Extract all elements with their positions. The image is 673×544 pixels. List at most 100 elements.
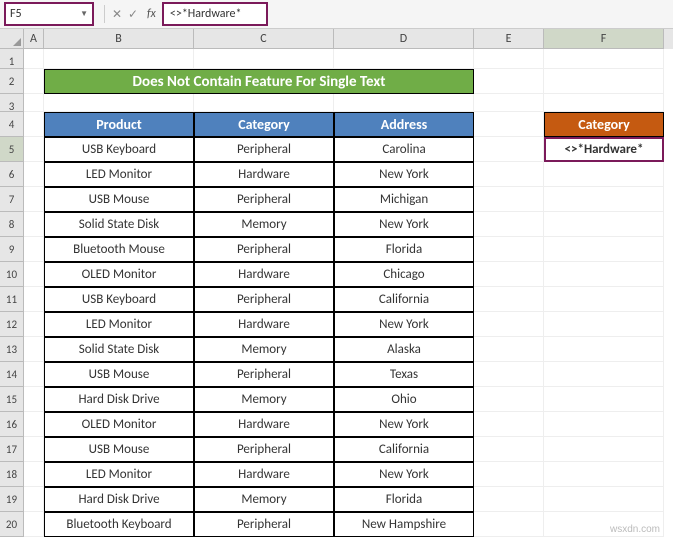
- cell-product[interactable]: Bluetooth Mouse: [44, 237, 194, 262]
- cell-product[interactable]: LED Monitor: [44, 462, 194, 487]
- cell[interactable]: [474, 212, 544, 237]
- row-header[interactable]: 5: [0, 137, 24, 162]
- cell-category[interactable]: Hardware: [194, 262, 334, 287]
- cell[interactable]: [474, 462, 544, 487]
- cell[interactable]: [44, 94, 194, 112]
- cell[interactable]: [544, 187, 664, 212]
- cell[interactable]: [474, 187, 544, 212]
- cell[interactable]: [474, 412, 544, 437]
- cell-address[interactable]: New York: [334, 162, 474, 187]
- name-box[interactable]: F5 ▼: [4, 2, 94, 26]
- cell[interactable]: [334, 94, 474, 112]
- cell[interactable]: [544, 262, 664, 287]
- formula-input[interactable]: <>*Hardware*: [162, 2, 268, 26]
- cell[interactable]: [24, 187, 44, 212]
- cell[interactable]: [24, 69, 44, 94]
- cell[interactable]: [544, 69, 664, 94]
- cell[interactable]: [24, 212, 44, 237]
- row-header[interactable]: 14: [0, 362, 24, 387]
- row-header[interactable]: 16: [0, 412, 24, 437]
- cell-address[interactable]: Michigan: [334, 187, 474, 212]
- cell-category[interactable]: Peripheral: [194, 362, 334, 387]
- cell-category[interactable]: Memory: [194, 487, 334, 512]
- row-header[interactable]: 11: [0, 287, 24, 312]
- cell[interactable]: [24, 487, 44, 512]
- cell-product[interactable]: USB Keyboard: [44, 137, 194, 162]
- cell[interactable]: [544, 237, 664, 262]
- cell[interactable]: [24, 462, 44, 487]
- cell-category[interactable]: Memory: [194, 212, 334, 237]
- cell-category[interactable]: Peripheral: [194, 512, 334, 537]
- cell[interactable]: [24, 387, 44, 412]
- cell[interactable]: [474, 112, 544, 137]
- cell[interactable]: [474, 94, 544, 112]
- cell[interactable]: [544, 49, 664, 69]
- cell[interactable]: [474, 312, 544, 337]
- row-header[interactable]: 15: [0, 387, 24, 412]
- cell-address[interactable]: Chicago: [334, 262, 474, 287]
- row-header[interactable]: 2: [0, 69, 24, 94]
- cell-product[interactable]: LED Monitor: [44, 162, 194, 187]
- cell-product[interactable]: Hard Disk Drive: [44, 487, 194, 512]
- cell-category[interactable]: Peripheral: [194, 137, 334, 162]
- cell[interactable]: [474, 487, 544, 512]
- cell-product[interactable]: Solid State Disk: [44, 337, 194, 362]
- cell[interactable]: [474, 262, 544, 287]
- col-header-C[interactable]: C: [194, 29, 334, 49]
- cell-product[interactable]: USB Mouse: [44, 437, 194, 462]
- cell[interactable]: [474, 162, 544, 187]
- cell-product[interactable]: OLED Monitor: [44, 262, 194, 287]
- cell-address[interactable]: New York: [334, 462, 474, 487]
- row-header[interactable]: 4: [0, 112, 24, 137]
- cell-product[interactable]: USB Mouse: [44, 187, 194, 212]
- cell[interactable]: [24, 412, 44, 437]
- cell[interactable]: [24, 137, 44, 162]
- cell-category[interactable]: Peripheral: [194, 437, 334, 462]
- cell[interactable]: [24, 49, 44, 69]
- criteria-value-cell[interactable]: <>*Hardware*: [544, 137, 664, 162]
- cell[interactable]: [24, 112, 44, 137]
- fx-icon[interactable]: fx: [147, 7, 156, 21]
- cell-product[interactable]: USB Keyboard: [44, 287, 194, 312]
- cell-address[interactable]: Texas: [334, 362, 474, 387]
- cell[interactable]: [474, 512, 544, 537]
- row-header[interactable]: 12: [0, 312, 24, 337]
- cell[interactable]: [544, 337, 664, 362]
- cell-product[interactable]: OLED Monitor: [44, 412, 194, 437]
- row-header[interactable]: 3: [0, 94, 24, 112]
- cell[interactable]: [474, 287, 544, 312]
- cell[interactable]: [544, 94, 664, 112]
- cell-address[interactable]: Alaska: [334, 337, 474, 362]
- row-header[interactable]: 7: [0, 187, 24, 212]
- cell[interactable]: [544, 362, 664, 387]
- confirm-icon[interactable]: ✓: [125, 7, 141, 22]
- cell[interactable]: [24, 262, 44, 287]
- col-header-A[interactable]: A: [24, 29, 44, 49]
- row-header[interactable]: 9: [0, 237, 24, 262]
- row-header[interactable]: 13: [0, 337, 24, 362]
- cell-address[interactable]: California: [334, 437, 474, 462]
- cell-product[interactable]: LED Monitor: [44, 312, 194, 337]
- row-header[interactable]: 19: [0, 487, 24, 512]
- cell[interactable]: [474, 69, 544, 94]
- cell[interactable]: [474, 137, 544, 162]
- chevron-down-icon[interactable]: ▼: [80, 9, 88, 19]
- cell[interactable]: [544, 387, 664, 412]
- cell[interactable]: [24, 437, 44, 462]
- cell[interactable]: [544, 412, 664, 437]
- cell[interactable]: [24, 512, 44, 537]
- cell-category[interactable]: Memory: [194, 387, 334, 412]
- cell[interactable]: [24, 337, 44, 362]
- cell-product[interactable]: Hard Disk Drive: [44, 387, 194, 412]
- row-header[interactable]: 6: [0, 162, 24, 187]
- cell[interactable]: [474, 337, 544, 362]
- cell[interactable]: [544, 212, 664, 237]
- cell[interactable]: [334, 49, 474, 69]
- cell-address[interactable]: California: [334, 287, 474, 312]
- row-header[interactable]: 1: [0, 49, 24, 69]
- cell-category[interactable]: Peripheral: [194, 287, 334, 312]
- cell-address[interactable]: New York: [334, 312, 474, 337]
- col-header-F[interactable]: F: [544, 29, 664, 49]
- cell-address[interactable]: Carolina: [334, 137, 474, 162]
- cell[interactable]: [474, 437, 544, 462]
